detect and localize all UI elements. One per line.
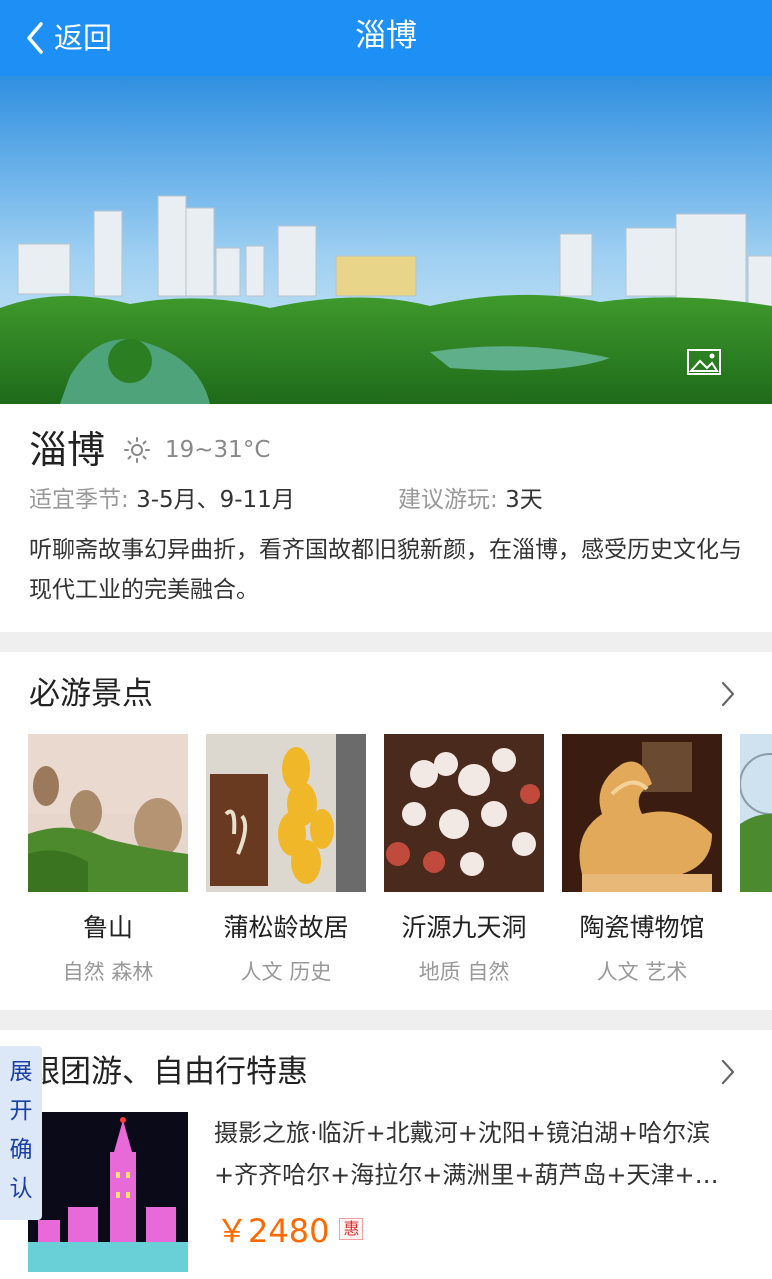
tour-deals-section: 跟团游、自由行特惠 摄影之旅·临沂+北戴河+沈阳+镜泊湖+哈尔滨+齐齐哈尔+海拉… bbox=[0, 1030, 772, 1279]
spot-image bbox=[206, 734, 366, 892]
spot-card[interactable] bbox=[740, 734, 772, 988]
city-description: 听聊斋故事幻异曲折，看齐国故都旧貌新颜，在淄博，感受历史文化与现代工业的完美融合… bbox=[29, 537, 742, 603]
tab-char: 开 bbox=[9, 1098, 33, 1124]
spot-tags: 人文 艺术 bbox=[596, 960, 688, 984]
deal-image bbox=[28, 1112, 188, 1272]
top-nav-bar: 返回 淄博 bbox=[0, 0, 772, 76]
expand-confirm-tab[interactable]: 展 开 确 认 bbox=[0, 1046, 42, 1220]
deal-price: ￥2480 bbox=[216, 1212, 330, 1250]
spot-name: 蒲松龄故居 bbox=[223, 913, 349, 942]
city-name: 淄博 bbox=[29, 428, 106, 472]
spot-card[interactable]: 沂源九天洞 地质 自然 bbox=[384, 734, 544, 988]
deal-item[interactable]: 摄影之旅·临沂+北戴河+沈阳+镜泊湖+哈尔滨+齐齐哈尔+海拉尔+满洲里+葫芦岛+… bbox=[28, 1112, 758, 1279]
price-row: ￥2480 惠 bbox=[216, 1206, 364, 1252]
suggested-days: 建议游玩: 3天 bbox=[398, 482, 543, 518]
season-value: 3-5月、9-11月 bbox=[136, 487, 295, 513]
tab-char: 展 bbox=[9, 1059, 33, 1085]
spot-tags: 自然 森林 bbox=[62, 960, 154, 984]
spot-name: 陶瓷博物馆 bbox=[579, 913, 705, 942]
days-label: 建议游玩: bbox=[398, 487, 506, 513]
spot-tags: 人文 历史 bbox=[240, 960, 332, 984]
tab-char: 认 bbox=[9, 1176, 33, 1202]
section-title: 跟团游、自由行特惠 bbox=[29, 1054, 308, 1090]
best-season: 适宜季节: 3-5月、9-11月 bbox=[29, 487, 295, 513]
spot-name: 鲁山 bbox=[82, 913, 133, 942]
deal-title: 摄影之旅·临沂+北戴河+沈阳+镜泊湖+哈尔滨+齐齐哈尔+海拉尔+满洲里+葫芦岛+… bbox=[214, 1119, 719, 1189]
spot-name: 沂源九天洞 bbox=[401, 913, 527, 942]
sun-icon bbox=[123, 436, 151, 464]
spot-tags: 地质 自然 bbox=[418, 960, 510, 984]
image-gallery-icon[interactable] bbox=[686, 348, 722, 376]
city-info-card: 淄博 19~31°C 适宜季节: 3-5月、9-11月 建议游玩: 3天 听聊斋… bbox=[0, 404, 772, 632]
season-label: 适宜季节: bbox=[29, 487, 137, 513]
tab-char: 确 bbox=[9, 1137, 33, 1163]
chevron-right-icon[interactable] bbox=[720, 1058, 736, 1086]
hero-image[interactable] bbox=[0, 76, 772, 404]
spot-card[interactable]: 鲁山 自然 森林 bbox=[28, 734, 188, 988]
spot-card[interactable]: 陶瓷博物馆 人文 艺术 bbox=[562, 734, 722, 988]
discount-badge: 惠 bbox=[339, 1218, 364, 1240]
spot-image bbox=[740, 734, 772, 892]
spot-list: 鲁山 自然 森林 蒲松龄故居 人文 历史 沂源九天洞 地质 自然 陶瓷博物馆 人… bbox=[28, 734, 772, 988]
spot-image bbox=[562, 734, 722, 892]
must-visit-section: 必游景点 鲁山 自然 森林 蒲松龄故居 人文 历史 沂源九天洞 地质 自然 陶瓷… bbox=[0, 652, 772, 1010]
spot-image bbox=[28, 734, 188, 892]
days-value: 3天 bbox=[505, 487, 543, 513]
temperature: 19~31°C bbox=[165, 437, 271, 463]
chevron-right-icon[interactable] bbox=[720, 680, 736, 708]
spot-card[interactable]: 蒲松龄故居 人文 历史 bbox=[206, 734, 366, 988]
page-title: 淄博 bbox=[355, 18, 417, 54]
section-title: 必游景点 bbox=[29, 676, 153, 712]
spot-image bbox=[384, 734, 544, 892]
